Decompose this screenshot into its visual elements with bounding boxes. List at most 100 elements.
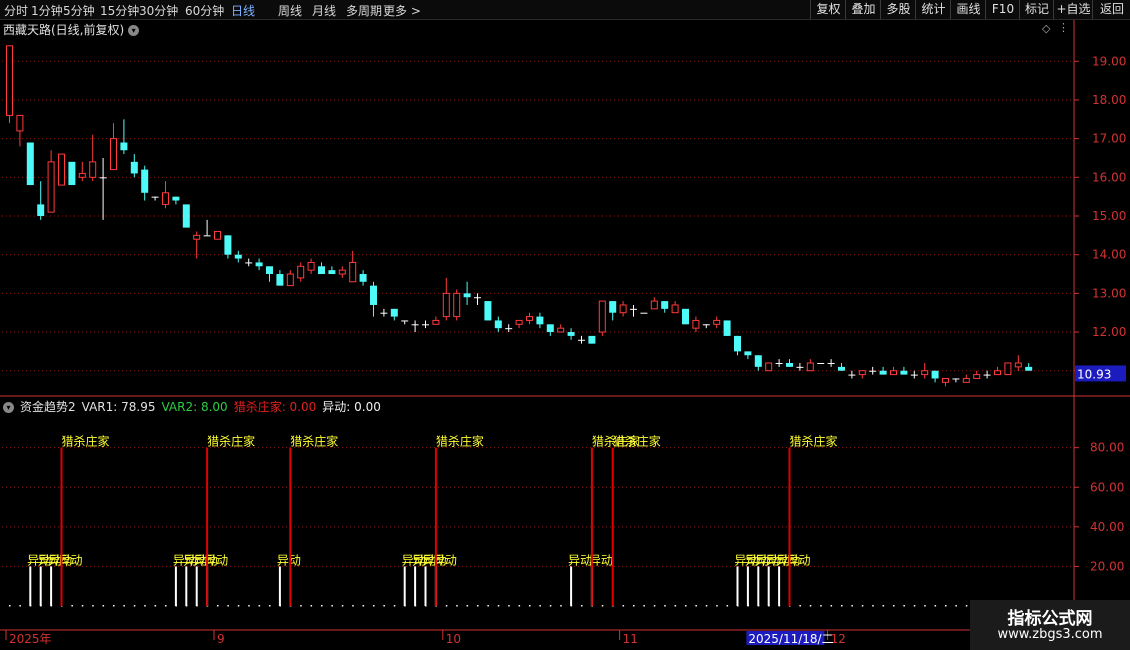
candle-body	[78, 172, 86, 178]
candle-body	[765, 362, 773, 372]
indicator-tick-label: 20.00	[1090, 559, 1124, 573]
candle-body	[16, 114, 24, 132]
baseline-dot	[882, 605, 885, 607]
baseline-dot	[913, 605, 916, 607]
baseline-dot	[685, 605, 687, 607]
candle-body	[754, 355, 762, 367]
baseline-dot	[560, 605, 562, 607]
baseline-dot	[373, 605, 375, 607]
candle-body	[858, 370, 866, 376]
baseline-dot	[716, 605, 718, 607]
candle-body	[910, 374, 918, 376]
candle-body	[37, 204, 45, 216]
price-tick-label: 15.00	[1092, 209, 1126, 223]
baseline-dot	[945, 605, 947, 607]
candle-body	[931, 370, 939, 379]
indicator-name: 资金趋势2	[20, 400, 76, 414]
indicator-tick-label: 80.00	[1090, 441, 1124, 455]
candle-body	[942, 377, 949, 383]
baseline-dot	[653, 605, 656, 607]
candle-body	[1004, 362, 1012, 376]
candle-body	[609, 301, 617, 313]
candle-body	[796, 366, 804, 368]
indicator-tick-label: 60.00	[1090, 480, 1124, 494]
candle-body	[952, 378, 960, 380]
candle-body	[723, 320, 731, 336]
candle-body	[546, 324, 554, 333]
baseline-dot	[643, 605, 645, 607]
baseline-dot	[924, 605, 926, 607]
watermark-title: 指标公式网	[1007, 609, 1093, 629]
candle-body	[359, 274, 367, 282]
candle-body	[973, 374, 981, 379]
price-tick-label: 14.00	[1092, 248, 1126, 262]
candle-body	[619, 304, 627, 314]
kill-label: 猎杀庄家	[613, 434, 661, 449]
baseline-dot	[383, 605, 385, 607]
baseline-dot	[497, 605, 500, 607]
baseline-dot	[310, 605, 313, 607]
baseline-dot	[820, 605, 822, 607]
baseline-dot	[477, 605, 479, 607]
candle-body	[193, 234, 201, 240]
baseline-dot	[19, 605, 21, 607]
baseline-dot	[518, 605, 521, 607]
candle-body	[702, 324, 710, 326]
candle-body	[401, 320, 409, 322]
candle-body	[890, 370, 897, 376]
var1-readout: VAR1: 78.95	[81, 400, 156, 414]
candle-body	[921, 370, 929, 376]
candle-body	[255, 262, 263, 267]
chevron-down-icon[interactable]: ▾	[3, 402, 14, 413]
candle-body	[526, 316, 533, 321]
candle-body	[422, 324, 429, 326]
baseline-dot	[71, 605, 73, 607]
candle-body	[1014, 362, 1022, 368]
candle-body	[838, 366, 845, 371]
candlestick-chart[interactable]: 19.00 18.00 17.00 16.00 15.00 14.00 13.00 12.00…	[0, 0, 1130, 650]
candle-body	[640, 312, 648, 314]
candle-body	[650, 300, 658, 310]
baseline-dot	[664, 605, 666, 607]
candle-body	[224, 235, 232, 255]
candle-body	[318, 266, 325, 275]
baseline-dot	[92, 605, 94, 607]
candle-body	[234, 254, 242, 259]
candle-body	[994, 370, 1001, 376]
baseline-dot	[300, 605, 302, 607]
baseline-dot	[217, 605, 219, 607]
candle-body	[390, 308, 398, 317]
baseline-dot	[830, 605, 833, 607]
baseline-dot	[102, 605, 105, 607]
candle-body	[515, 319, 523, 325]
candle-body	[775, 362, 783, 364]
candle-body	[879, 370, 887, 375]
baseline-dot	[633, 605, 635, 607]
price-tick-label: 13.00	[1092, 286, 1126, 300]
candle-body	[349, 261, 357, 283]
baseline-dot	[445, 605, 448, 607]
candle-body	[474, 297, 481, 299]
candle-body	[172, 196, 180, 201]
candle-body	[744, 351, 752, 356]
candle-body	[203, 235, 211, 237]
candle-body	[734, 335, 741, 352]
candle-body	[588, 335, 596, 344]
cursor-date-label: 2025/11/18/二	[748, 632, 833, 646]
baseline-dot	[841, 605, 843, 607]
baseline-dot	[861, 605, 864, 607]
baseline-dot	[695, 605, 697, 607]
candle-body	[26, 142, 34, 186]
kill-label: 猎杀庄家	[207, 434, 255, 449]
baseline-dot	[799, 605, 801, 607]
baseline-dot	[539, 605, 541, 607]
price-tick-label: 17.00	[1092, 132, 1126, 146]
baseline-dot	[154, 605, 157, 607]
yidong-label: 异动	[277, 553, 301, 567]
kill-label: 猎杀庄家	[790, 434, 838, 449]
candle-body	[286, 273, 294, 287]
date-label: 10	[446, 632, 461, 646]
candle-body	[962, 377, 970, 383]
var2-readout: VAR2: 8.00	[161, 400, 228, 414]
baseline-dot	[248, 605, 250, 607]
